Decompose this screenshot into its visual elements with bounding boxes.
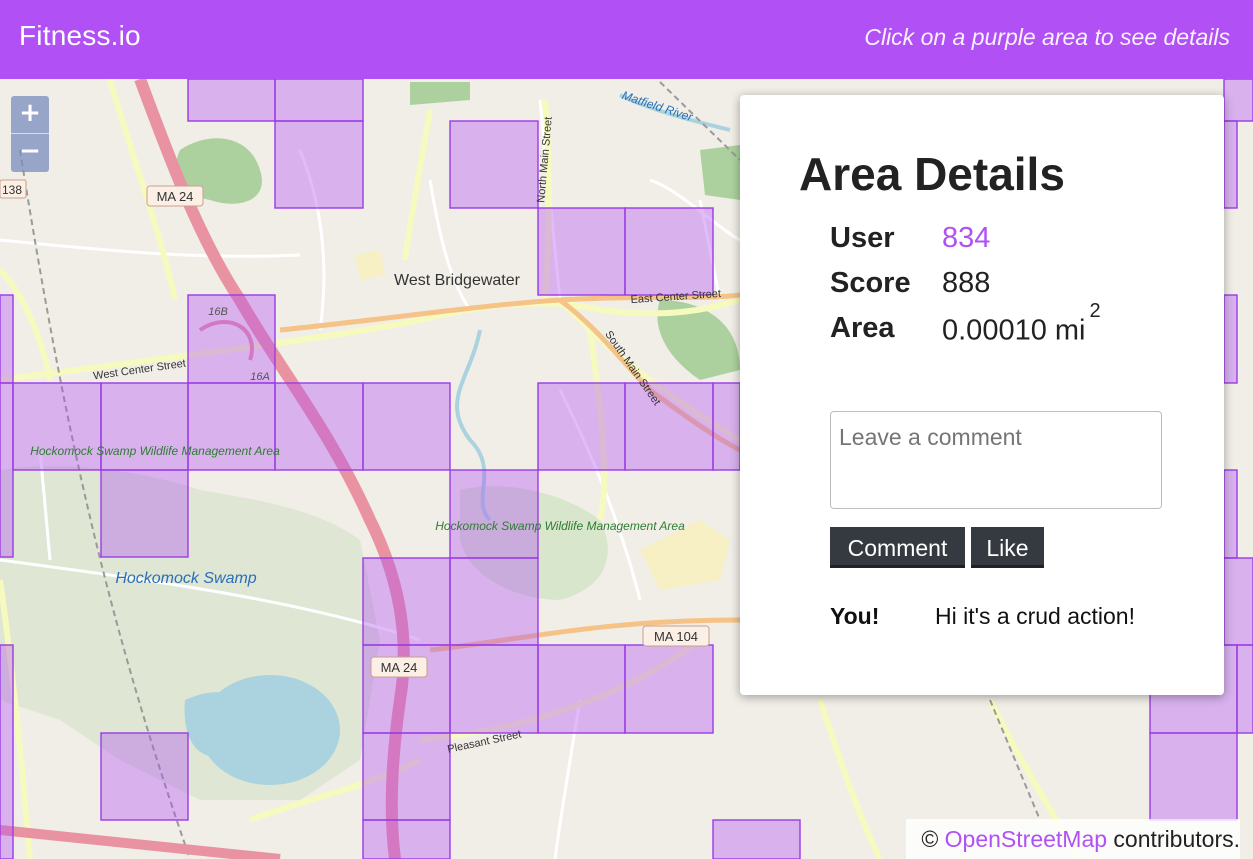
- user-link[interactable]: 834: [942, 222, 990, 255]
- like-button[interactable]: Like: [971, 527, 1044, 568]
- map-attribution: © OpenStreetMap contributors.: [906, 819, 1240, 859]
- swamp-label: Hockomock Swamp: [115, 570, 256, 587]
- score-label: Score: [830, 267, 911, 299]
- area-exponent: 2: [1089, 300, 1101, 322]
- svg-text:138: 138: [2, 183, 22, 197]
- town-label: West Bridgewater: [394, 272, 521, 289]
- area-details-panel: Area Details User 834 Score 888 Area 0.0…: [740, 95, 1224, 695]
- wma-right-label: Hockomock Swamp Wildlife Management Area: [435, 519, 685, 533]
- area-value-wrap: 0.00010 mi2: [942, 300, 1101, 348]
- svg-text:MA 24: MA 24: [157, 189, 194, 204]
- svg-text:MA 104: MA 104: [654, 629, 698, 644]
- comment-text: Hi it's a crud action!: [935, 603, 1135, 629]
- exit-16b-label: 16B: [208, 306, 228, 318]
- school-area: [355, 250, 385, 280]
- wma-left-label: Hockomock Swamp Wildlife Management Area: [30, 444, 280, 458]
- zoom-control: + −: [11, 96, 49, 172]
- panel-title: Area Details: [799, 148, 1065, 200]
- user-label: User: [830, 222, 895, 254]
- highway-ma24-ramp: [0, 825, 281, 859]
- woods-4: [410, 82, 470, 105]
- railroad-2: [659, 81, 741, 161]
- attribution-prefix: ©: [921, 826, 945, 852]
- route-138-shield: 138: [0, 179, 27, 199]
- ma24-shield-top: MA 24: [146, 185, 204, 207]
- comment-button[interactable]: Comment: [830, 527, 965, 568]
- attribution-suffix: contributors.: [1107, 826, 1240, 852]
- ma104-shield: MA 104: [642, 625, 710, 647]
- osm-link[interactable]: OpenStreetMap: [945, 826, 1107, 852]
- area-value: 0.00010 mi: [942, 314, 1086, 347]
- brand-logo[interactable]: Fitness.io: [19, 20, 141, 52]
- top-navbar: Fitness.io Click on a purple area to see…: [0, 0, 1253, 79]
- zoom-in-button[interactable]: +: [11, 96, 49, 134]
- comment-input[interactable]: [830, 411, 1162, 509]
- comment-author: You!: [830, 603, 880, 629]
- score-value: 888: [942, 267, 991, 299]
- exit-16a-label: 16A: [250, 371, 270, 383]
- area-label: Area: [830, 312, 895, 344]
- ma24-shield-bottom: MA 24: [370, 656, 428, 678]
- instruction-hint: Click on a purple area to see details: [864, 24, 1230, 50]
- svg-text:MA 24: MA 24: [381, 660, 418, 675]
- zoom-out-button[interactable]: −: [11, 134, 49, 171]
